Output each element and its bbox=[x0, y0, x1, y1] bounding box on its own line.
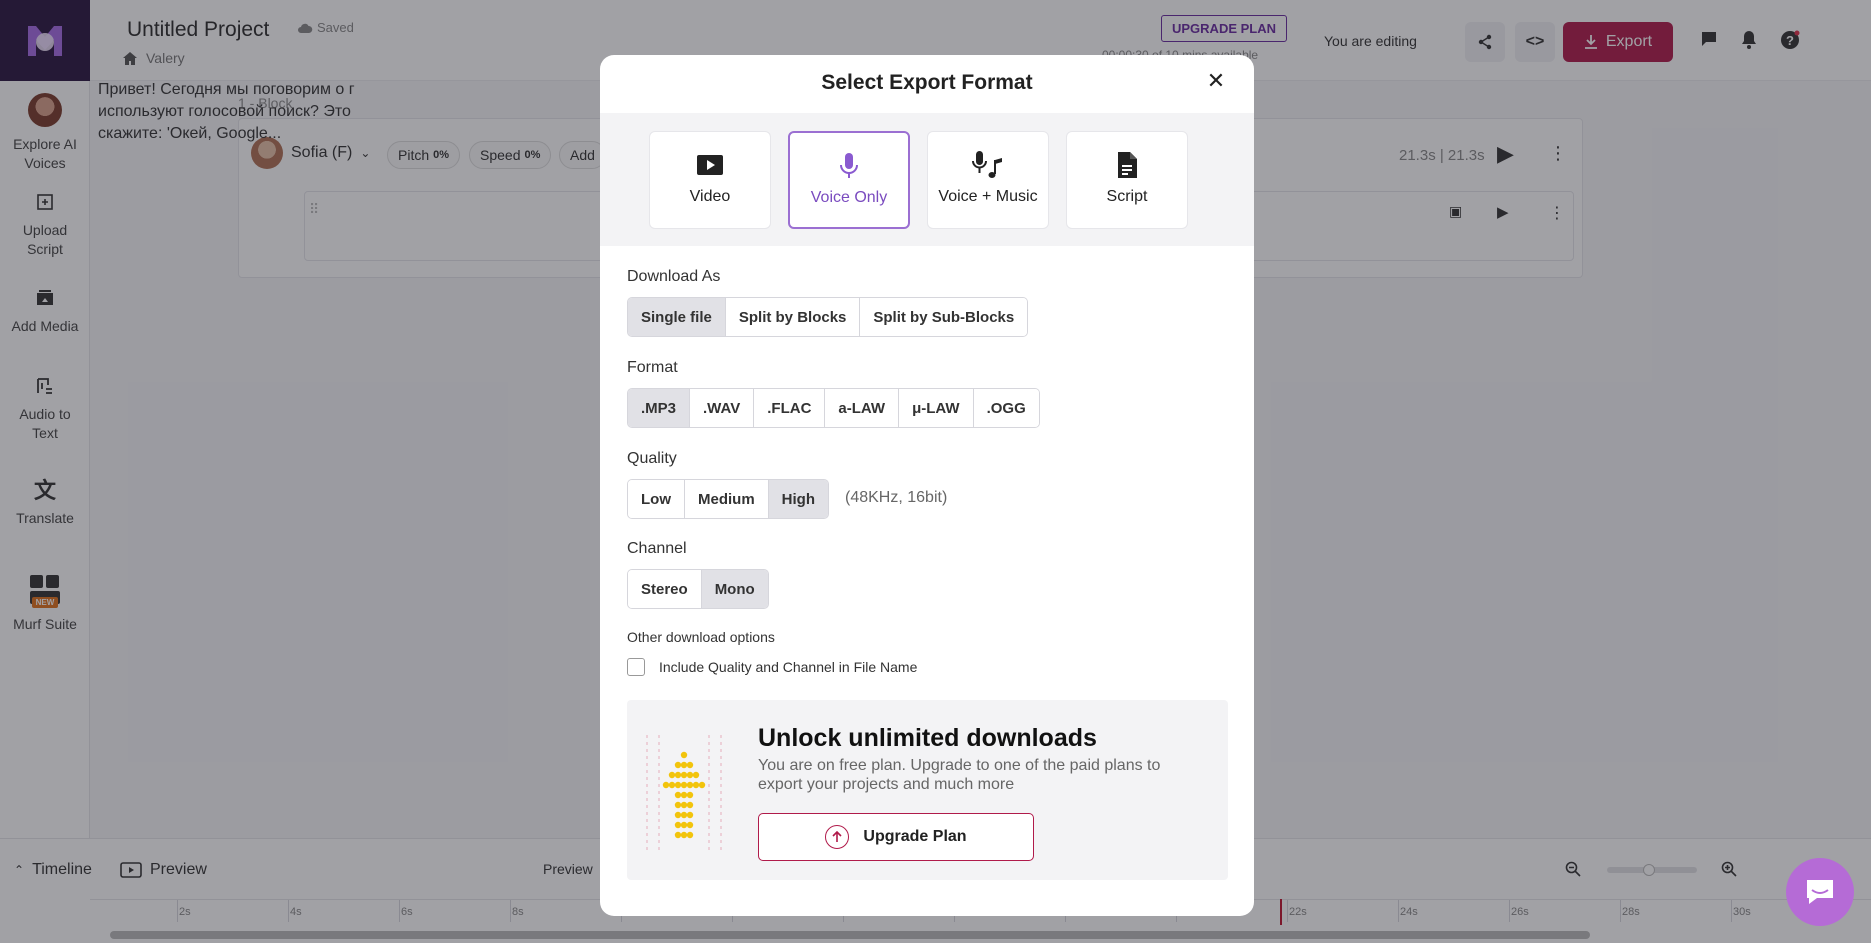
chat-icon bbox=[1807, 880, 1833, 904]
format-label: Format bbox=[627, 359, 678, 376]
microphone-icon bbox=[838, 151, 860, 181]
export-format-modal: Select Export Format ✕ Video Voice Only … bbox=[600, 55, 1254, 916]
download-split-blocks-option[interactable]: Split by Blocks bbox=[725, 298, 861, 336]
format-segmented: .MP3 .WAV .FLAC a-LAW μ-LAW .OGG bbox=[627, 388, 1040, 428]
channel-label: Channel bbox=[627, 540, 687, 557]
format-wav-option[interactable]: .WAV bbox=[690, 389, 755, 427]
mic-music-icon bbox=[971, 150, 1005, 180]
channel-mono-option[interactable]: Mono bbox=[701, 570, 768, 608]
format-ulaw-option[interactable]: μ-LAW bbox=[899, 389, 974, 427]
format-card-video[interactable]: Video bbox=[649, 131, 771, 229]
format-card-voice-only[interactable]: Voice Only bbox=[788, 131, 910, 229]
download-split-subblocks-option[interactable]: Split by Sub-Blocks bbox=[860, 298, 1028, 336]
modal-title: Select Export Format bbox=[821, 71, 1033, 94]
close-button[interactable]: ✕ bbox=[1204, 68, 1228, 93]
video-play-icon bbox=[696, 150, 724, 180]
quality-low-option[interactable]: Low bbox=[628, 480, 685, 518]
format-card-voice-music[interactable]: Voice + Music bbox=[927, 131, 1049, 229]
format-card-label: Script bbox=[1106, 188, 1148, 205]
upgrade-plan-promo-label: Upgrade Plan bbox=[863, 828, 967, 845]
promo-title: Unlock unlimited downloads bbox=[758, 724, 1097, 752]
upgrade-arrow-illustration bbox=[646, 735, 722, 850]
format-card-label: Voice + Music bbox=[938, 188, 1038, 205]
include-quality-channel-row[interactable]: Include Quality and Channel in File Name bbox=[627, 658, 917, 676]
other-download-options-label: Other download options bbox=[627, 629, 775, 645]
promo-subtitle: You are on free plan. Upgrade to one of … bbox=[758, 757, 1161, 793]
channel-segmented: Stereo Mono bbox=[627, 569, 769, 609]
upgrade-plan-promo-button[interactable]: Upgrade Plan bbox=[758, 813, 1034, 861]
quality-label: Quality bbox=[627, 450, 677, 467]
download-single-file-option[interactable]: Single file bbox=[628, 298, 726, 336]
quality-note: (48KHz, 16bit) bbox=[845, 489, 948, 506]
format-card-script[interactable]: Script bbox=[1066, 131, 1188, 229]
format-card-label: Video bbox=[689, 188, 731, 205]
format-flac-option[interactable]: .FLAC bbox=[754, 389, 826, 427]
quality-medium-option[interactable]: Medium bbox=[685, 480, 769, 518]
arrow-up-icon bbox=[825, 825, 850, 849]
quality-segmented: Low Medium High bbox=[627, 479, 829, 519]
format-mp3-option[interactable]: .MP3 bbox=[628, 389, 691, 427]
download-as-segmented: Single file Split by Blocks Split by Sub… bbox=[627, 297, 1029, 337]
close-icon: ✕ bbox=[1206, 68, 1226, 93]
download-as-label: Download As bbox=[627, 268, 721, 285]
format-ogg-option[interactable]: .OGG bbox=[973, 389, 1039, 427]
format-card-label: Voice Only bbox=[810, 189, 888, 206]
channel-stereo-option[interactable]: Stereo bbox=[628, 570, 702, 608]
upgrade-promo-card: Unlock unlimited downloads You are on fr… bbox=[627, 700, 1228, 880]
quality-high-option[interactable]: High bbox=[768, 480, 828, 518]
support-chat-button[interactable] bbox=[1786, 858, 1854, 926]
include-quality-channel-checkbox[interactable] bbox=[627, 658, 645, 676]
format-alaw-option[interactable]: a-LAW bbox=[825, 389, 900, 427]
include-quality-channel-label: Include Quality and Channel in File Name bbox=[659, 659, 918, 675]
document-icon bbox=[1116, 150, 1138, 180]
